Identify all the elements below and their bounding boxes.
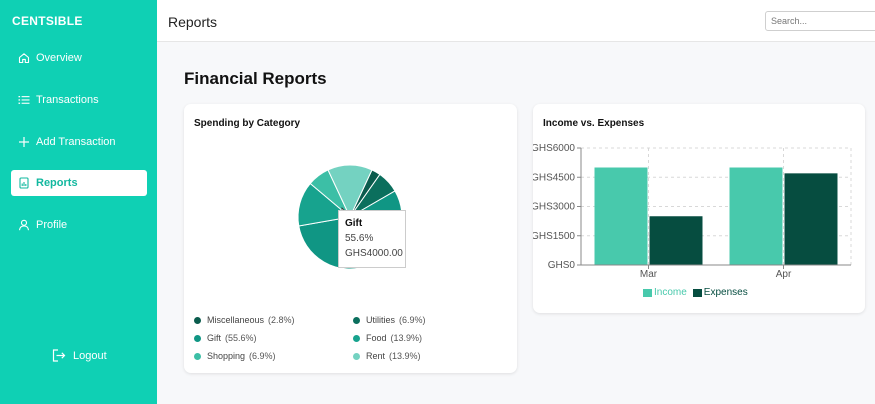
list-icon [17,94,30,107]
sidebar-item-transactions[interactable]: Transactions [11,87,147,113]
sidebar-item-label: Add Transaction [36,136,116,148]
legend-item[interactable]: Gift (55.6%) [194,333,257,343]
sidebar-item-overview[interactable]: Overview [11,45,147,71]
y-tick-label: GHS0 [548,260,576,271]
tooltip-amount: GHS4000.00 [345,248,403,259]
legend-label: Utilities [366,315,396,325]
legend-dot [353,316,360,324]
bar-expenses-apr[interactable] [784,173,838,265]
legend-item[interactable]: Miscellaneous (2.8%) [194,315,295,325]
legend-dot [194,316,201,324]
legend-percent: (55.6%) [225,333,257,343]
logout-button[interactable]: Logout [52,349,107,362]
y-tick-label: GHS1500 [533,231,575,242]
bar-income-apr[interactable] [729,167,783,266]
legend-percent: (13.9%) [389,351,421,361]
top-bar: Reports [157,0,875,42]
logout-icon [52,349,66,362]
legend-item[interactable]: Shopping (6.9%) [194,351,276,361]
user-icon [17,219,30,232]
legend-item[interactable]: Food (13.9%) [353,333,422,343]
legend-dot [353,334,360,342]
legend-label: Rent [366,351,386,361]
bar-chart: GHS0 GHS1500 GHS3000 GHS4500 GHS6000 Mar Apr [533,143,852,280]
y-tick-label: GHS3000 [533,202,575,213]
legend-dot [194,334,201,342]
sidebar-item-add-transaction[interactable]: Add Transaction [11,129,147,155]
tooltip-percent: 55.6% [345,233,374,244]
spending-card: Spending by Category Gift 55.6% GHS4000.… [184,104,517,373]
bar-income-mar[interactable] [594,167,648,266]
legend-label: Gift [207,333,222,343]
legend-item[interactable]: Rent (13.9%) [353,351,421,361]
sidebar: CENTSIBLE Overview Transactions Add Tran… [0,0,157,404]
x-tick-label: Mar [640,269,658,280]
x-tick-label: Apr [776,269,792,280]
sidebar-item-label: Reports [36,177,78,189]
legend-percent: (13.9%) [390,333,423,343]
home-icon [17,52,30,65]
search-input[interactable] [765,11,875,31]
legend-swatch [643,288,652,297]
legend-label: Expenses [703,287,748,298]
legend-dot [353,352,360,360]
tooltip-name: Gift [345,218,363,229]
income-expenses-card: Income vs. Expenses GHS0 GHS1500 GHS3000 GH… [533,104,865,313]
legend-label: Food [366,333,387,343]
plus-icon [17,136,30,149]
legend-percent: (6.9%) [399,315,426,325]
legend-label: Shopping [207,351,246,361]
page-title: Reports [168,14,218,30]
legend-item[interactable]: Utilities (6.9%) [353,315,426,325]
legend-swatch [692,288,702,297]
y-tick-label: GHS6000 [533,143,575,154]
bar-expenses-mar[interactable] [649,216,703,265]
app-brand: CENTSIBLE [12,14,83,28]
legend-label: Miscellaneous [207,315,265,325]
bar-legend: Income Expenses [643,287,754,298]
legend-label: Income [654,287,687,298]
chart-tooltip: Gift 55.6% GHS4000.00 [338,210,406,268]
report-icon [17,177,30,190]
legend-item-expenses[interactable]: Expenses [692,287,748,298]
sidebar-item-profile[interactable]: Profile [11,212,147,238]
sidebar-item-label: Overview [36,52,82,64]
sidebar-item-label: Transactions [36,94,99,106]
legend-item-income[interactable]: Income [643,287,687,298]
sidebar-item-reports[interactable]: Reports [11,170,147,196]
logout-label: Logout [73,349,107,362]
page-heading: Financial Reports [184,69,327,88]
sidebar-item-label: Profile [36,219,68,231]
legend-dot [194,352,201,360]
legend-percent: (2.8%) [268,315,295,325]
legend-percent: (6.9%) [249,351,276,361]
y-tick-label: GHS4500 [533,172,575,183]
